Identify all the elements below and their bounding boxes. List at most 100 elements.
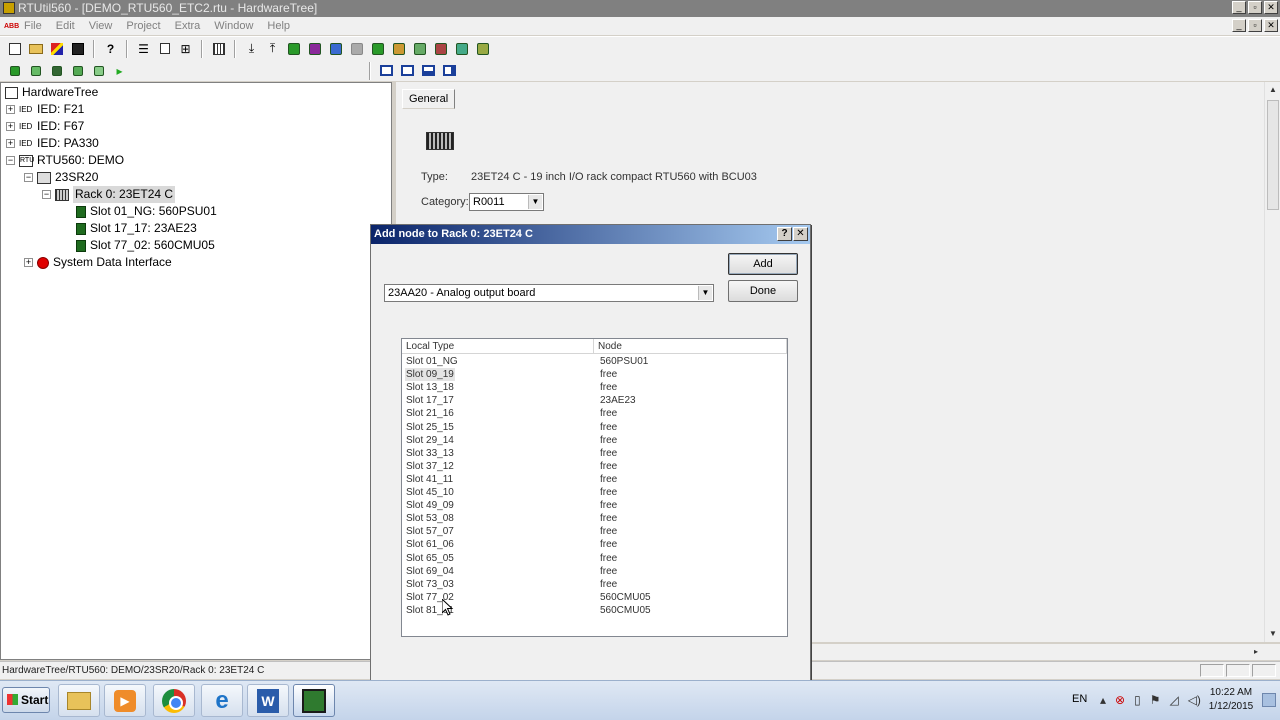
show-desktop-button[interactable] (1262, 693, 1276, 707)
tree-refresh-icon[interactable] (27, 62, 44, 79)
node-extra-icon[interactable] (474, 40, 491, 57)
clock[interactable]: 10:22 AM 1/12/2015 (1206, 686, 1256, 714)
wizard-icon[interactable] (48, 40, 65, 57)
tree-lock-icon[interactable] (48, 62, 65, 79)
list-item[interactable]: Slot 45_10 free (402, 486, 787, 499)
node-insert-icon[interactable] (327, 40, 344, 57)
close-button[interactable]: ✕ (1264, 1, 1278, 14)
tree-root[interactable]: HardwareTree (5, 84, 98, 101)
menu-window[interactable]: Window (214, 20, 253, 32)
category-select[interactable]: R0011 ▼ (469, 193, 544, 211)
list-item[interactable]: Slot 33_13 free (402, 447, 787, 460)
scroll-up-icon[interactable]: ▲ (1265, 82, 1280, 98)
tree-item-rack[interactable]: − Rack 0: 23ET24 C (42, 186, 176, 203)
menu-project[interactable]: Project (126, 20, 160, 32)
chevron-down-icon[interactable]: ▼ (528, 195, 542, 209)
tree-item-rtu560[interactable]: − RTU RTU560: DEMO (6, 152, 124, 169)
cascade-icon[interactable] (378, 62, 395, 79)
list-item[interactable]: Slot 25_15 free (402, 421, 787, 434)
start-button[interactable]: Start (2, 687, 50, 713)
node-add-icon[interactable] (285, 40, 302, 57)
taskbar-ie[interactable]: e (201, 684, 243, 717)
list-item[interactable]: Slot 01_NG 560PSU01 (402, 355, 787, 368)
tree-item-ied-f67[interactable]: + IED IED: F67 (6, 118, 84, 135)
list-item[interactable]: Slot 61_06 free (402, 538, 787, 551)
taskbar-media-player[interactable]: ▶ (104, 684, 146, 717)
node-type-select[interactable]: 23AA20 - Analog output board ▼ (384, 284, 714, 302)
collapse-icon[interactable]: − (24, 173, 33, 182)
list-item[interactable]: Slot 17_17 23AE23 (402, 394, 787, 407)
tree-item-slot-01[interactable]: Slot 01_NG: 560PSU01 (76, 203, 217, 220)
expand-icon[interactable]: + (24, 258, 33, 267)
list-item[interactable]: Slot 21_16 free (402, 407, 787, 420)
tray-expand-icon[interactable]: ▴ (1100, 693, 1106, 707)
tab-general[interactable]: General (402, 89, 456, 109)
list-item[interactable]: Slot 77_02 560CMU05 (402, 591, 787, 604)
child-minimize-button[interactable]: _ (1232, 19, 1246, 32)
horizontal-scrollbar[interactable]: ▸ (812, 644, 1280, 660)
copy-icon[interactable] (156, 40, 173, 57)
tree-item-ied-f21[interactable]: + IED IED: F21 (6, 101, 84, 118)
tree-item-cpu[interactable]: − 23SR20 (24, 169, 98, 186)
upload-icon[interactable]: ⤒ (264, 40, 281, 57)
node-tools-icon[interactable] (453, 40, 470, 57)
column-local-type[interactable]: Local Type (402, 339, 594, 354)
tree-filter-icon[interactable] (90, 62, 107, 79)
list-item[interactable]: Slot 57_07 free (402, 525, 787, 538)
column-node[interactable]: Node (594, 339, 787, 354)
tree-sync-icon[interactable] (69, 62, 86, 79)
tray-battery-icon[interactable]: ▯ (1134, 693, 1141, 707)
tree-item-sdi[interactable]: + System Data Interface (24, 254, 172, 271)
chevron-down-icon[interactable]: ▼ (698, 286, 712, 300)
language-indicator[interactable]: EN (1072, 693, 1087, 705)
tray-volume-icon[interactable]: ◁) (1188, 693, 1201, 707)
node-settings-icon[interactable] (432, 40, 449, 57)
node-monitor-icon[interactable] (411, 40, 428, 57)
list-item[interactable]: Slot 81_01 560CMU05 (402, 604, 787, 617)
tree-expand-icon[interactable] (6, 62, 23, 79)
save-icon[interactable] (69, 40, 86, 57)
grid-icon[interactable] (210, 40, 227, 57)
node-link-icon[interactable] (369, 40, 386, 57)
tile-icon[interactable] (399, 62, 416, 79)
node-down-icon[interactable] (306, 40, 323, 57)
tray-signal-icon[interactable]: ◿ (1169, 693, 1178, 707)
collapse-icon[interactable]: − (42, 190, 51, 199)
node-config-icon[interactable] (390, 40, 407, 57)
taskbar-rtutil[interactable] (293, 684, 335, 717)
slot-list[interactable]: Local Type Node Slot 01_NG 560PSU01 Slot 0… (401, 338, 788, 637)
tree-run-icon[interactable]: ▸ (111, 62, 128, 79)
expand-icon[interactable]: + (6, 139, 15, 148)
hierarchy-icon[interactable]: ⊞ (177, 40, 194, 57)
list-item[interactable]: Slot 09_19 free (402, 368, 787, 382)
dialog-help-button[interactable]: ? (777, 227, 792, 241)
taskbar-explorer[interactable] (58, 684, 100, 717)
expand-icon[interactable]: + (6, 122, 15, 131)
tile-vertical-icon[interactable] (441, 62, 458, 79)
child-restore-button[interactable]: ▫ (1248, 19, 1262, 32)
download-icon[interactable]: ⤓ (243, 40, 260, 57)
scroll-thumb[interactable] (1267, 100, 1279, 210)
tile-horizontal-icon[interactable] (420, 62, 437, 79)
list-item[interactable]: Slot 69_04 free (402, 565, 787, 578)
list-item[interactable]: Slot 41_11 free (402, 473, 787, 486)
menu-file[interactable]: File (24, 20, 42, 32)
list-item[interactable]: Slot 37_12 free (402, 460, 787, 473)
list-item[interactable]: Slot 49_09 free (402, 499, 787, 512)
tree-item-slot-77[interactable]: Slot 77_02: 560CMU05 (76, 237, 215, 254)
tray-network-warning-icon[interactable]: ⊗ (1115, 693, 1125, 707)
list-item[interactable]: Slot 65_05 free (402, 552, 787, 565)
new-file-icon[interactable] (6, 40, 23, 57)
tray-flag-icon[interactable]: ⚑ (1150, 693, 1161, 707)
tree-item-slot-17[interactable]: Slot 17_17: 23AE23 (76, 220, 197, 237)
dialog-close-button[interactable]: ✕ (793, 227, 808, 241)
taskbar-chrome[interactable] (153, 684, 195, 717)
list-item[interactable]: Slot 13_18 free (402, 381, 787, 394)
menu-help[interactable]: Help (267, 20, 290, 32)
tree-item-ied-pa330[interactable]: + IED IED: PA330 (6, 135, 99, 152)
done-button[interactable]: Done (728, 280, 798, 302)
add-button[interactable]: Add (728, 253, 798, 275)
scroll-right-icon[interactable]: ▸ (1248, 644, 1264, 660)
minimize-button[interactable]: _ (1232, 1, 1246, 14)
list-item[interactable]: Slot 29_14 free (402, 434, 787, 447)
